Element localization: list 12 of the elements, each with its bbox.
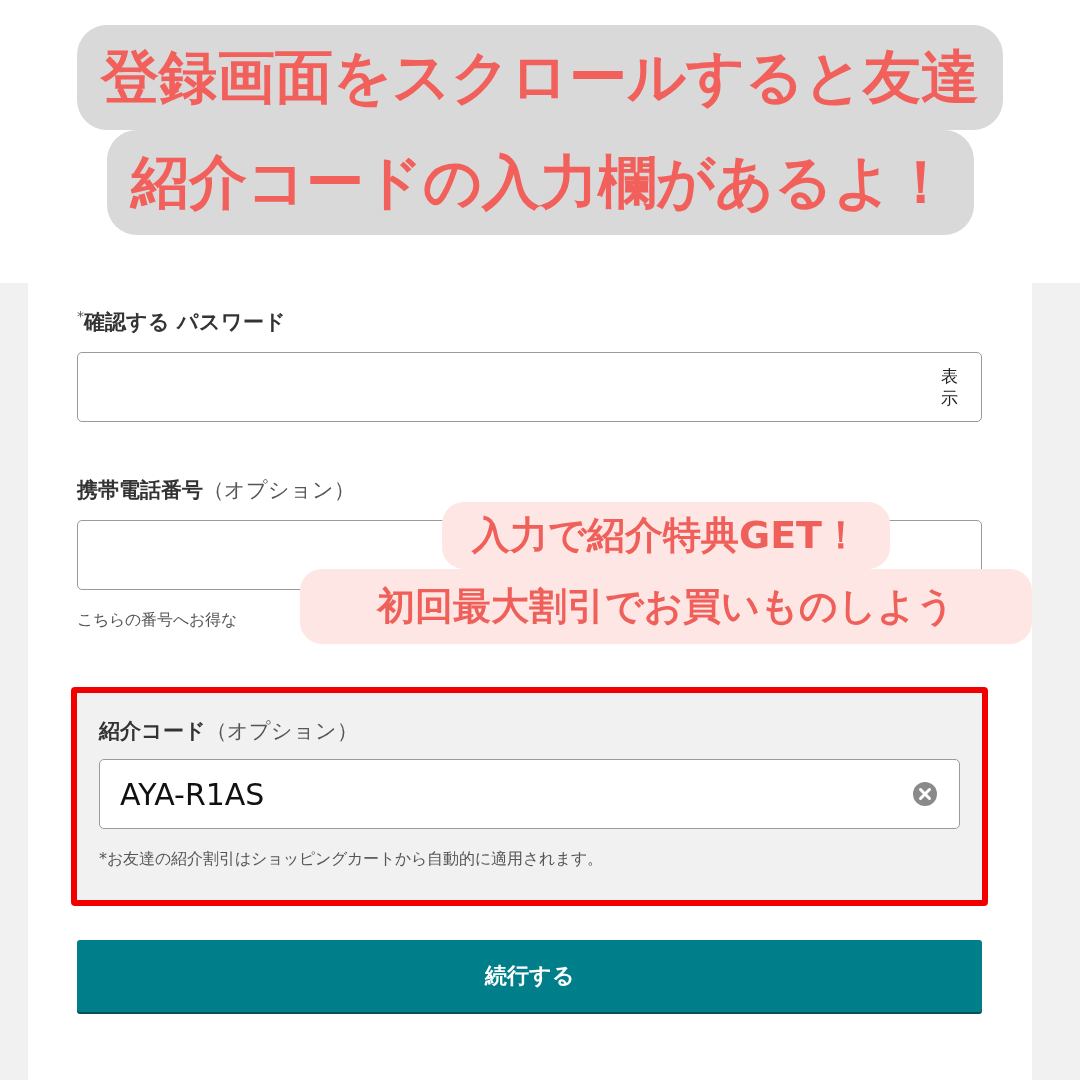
- field-hint: こちらの番号へお得な: [77, 610, 238, 631]
- required-mark: *: [77, 308, 84, 324]
- field-label: 紹介コード: [99, 718, 206, 745]
- callout-tooltip: 初回最大割引でお買いものしよう: [300, 569, 1032, 644]
- optional-label: （オプション）: [203, 477, 355, 504]
- referral-note: *お友達の紹介割引はショッピングカートから自動的に適用されます。: [99, 849, 604, 870]
- field-label: 携帯電話番号: [77, 477, 203, 504]
- headline-text: 登録画面をスクロールすると友達: [77, 25, 1003, 130]
- field-label: 確認する パスワード: [84, 309, 287, 336]
- callout-tooltip: 入力で紹介特典GET！: [441, 502, 891, 569]
- headline-text: 紹介コードの入力欄があるよ！: [106, 130, 974, 235]
- optional-label: （オプション）: [206, 718, 358, 745]
